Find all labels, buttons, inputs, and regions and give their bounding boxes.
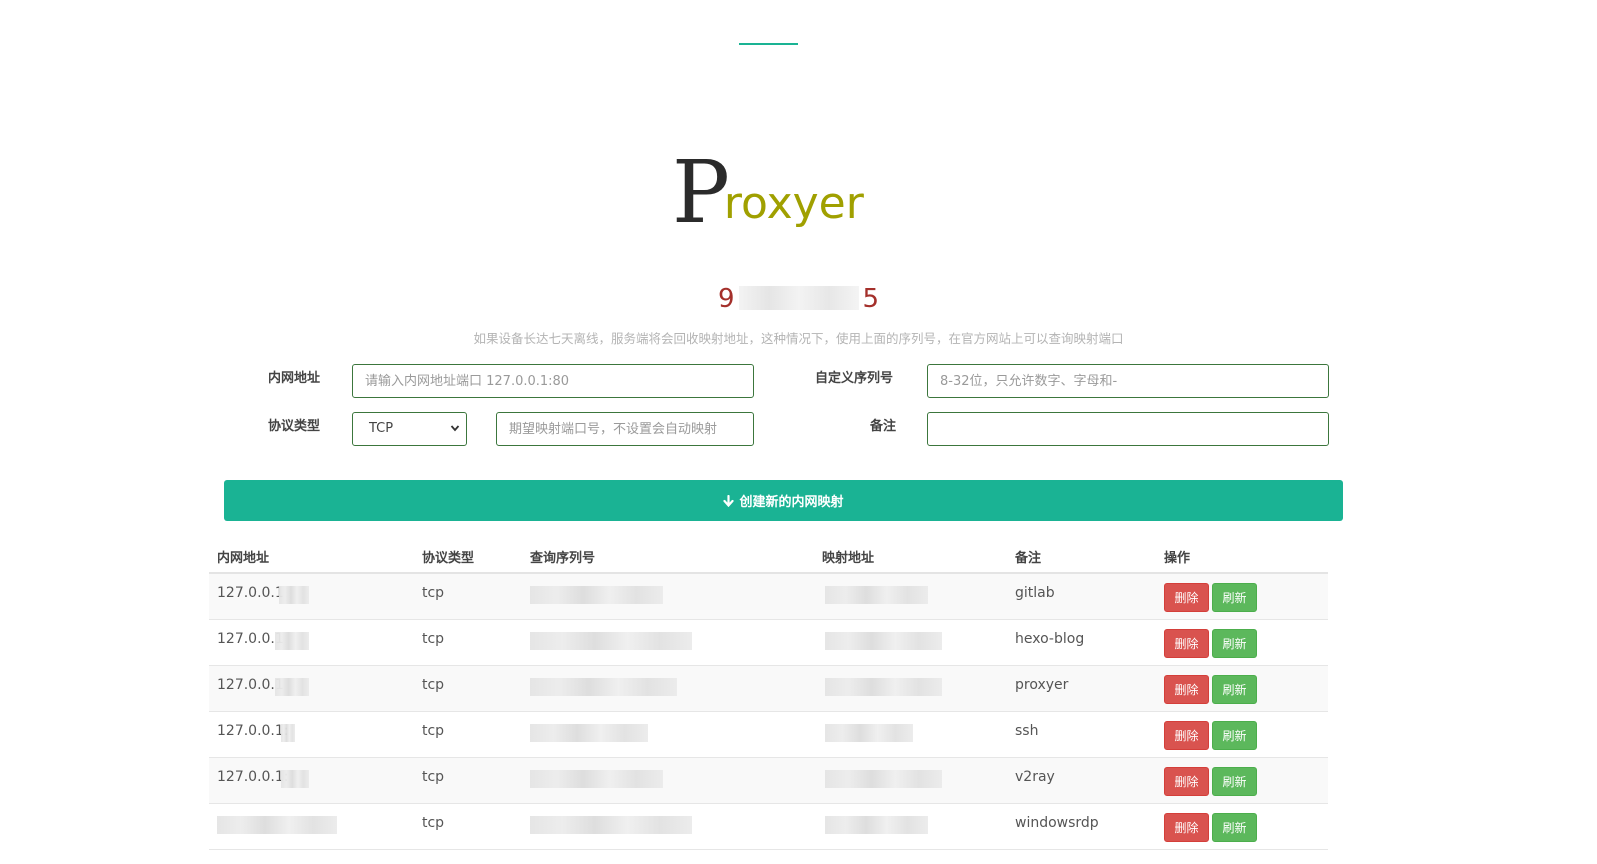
- delete-button[interactable]: 删除: [1164, 583, 1209, 612]
- redacted-mapped-address: [825, 678, 942, 696]
- redacted-port: [281, 770, 309, 788]
- row-inner-address: 127.0.0.1:: [217, 769, 289, 785]
- row-inner-address: 127.0.0.1: [217, 677, 284, 693]
- arrow-down-icon: [723, 494, 735, 507]
- redacted-mapped-address: [825, 816, 928, 834]
- row-protocol: tcp: [422, 769, 445, 785]
- refresh-button[interactable]: 刷新: [1212, 583, 1257, 612]
- custom-serial-label: 自定义序列号: [815, 371, 894, 386]
- row-protocol: tcp: [422, 677, 445, 693]
- redacted-mapped-address: [825, 586, 928, 604]
- refresh-button[interactable]: 刷新: [1212, 675, 1257, 704]
- delete-button[interactable]: 删除: [1164, 767, 1209, 796]
- row-inner-address: 127.0.0.1:: [217, 723, 289, 739]
- row-protocol: tcp: [422, 585, 445, 601]
- delete-button[interactable]: 删除: [1164, 675, 1209, 704]
- redacted-serial: [530, 816, 692, 834]
- row-remark: windowsrdp: [1015, 815, 1099, 831]
- chevron-down-icon: [450, 425, 460, 432]
- redacted-port: [275, 678, 309, 696]
- custom-serial-input[interactable]: [927, 364, 1329, 398]
- row-protocol: tcp: [422, 815, 445, 831]
- serial-suffix: 5: [862, 284, 880, 314]
- delete-button[interactable]: 删除: [1164, 629, 1209, 658]
- protocol-label: 协议类型: [268, 419, 321, 434]
- table-header: 内网地址 协议类型 查询序列号 映射地址 备注 操作: [209, 540, 1328, 574]
- protocol-select[interactable]: TCP: [352, 412, 467, 446]
- mapping-table: 内网地址 协议类型 查询序列号 映射地址 备注 操作 127.0.0.1 tcp…: [209, 540, 1328, 850]
- row-remark: proxyer: [1015, 677, 1069, 693]
- inner-address-label: 内网地址: [268, 371, 321, 386]
- redacted-port: [275, 632, 309, 650]
- proxyer-page: Proxyer 95 如果设备长达七天离线，服务端将会回收映射地址，这种情况下，…: [0, 0, 1597, 864]
- create-mapping-button[interactable]: 创建新的内网映射: [224, 480, 1343, 521]
- row-remark: ssh: [1015, 723, 1039, 739]
- table-row: 127.0.0.1: tcp ssh 删除 刷新: [209, 712, 1328, 758]
- offline-notice: 如果设备长达七天离线，服务端将会回收映射地址，这种情况下，使用上面的序列号，在官…: [473, 331, 1124, 346]
- table-row: 127.0.0.1 tcp hexo-blog 删除 刷新: [209, 620, 1328, 666]
- row-remark: gitlab: [1015, 585, 1055, 601]
- col-query-serial: 查询序列号: [530, 551, 596, 566]
- serial-prefix: 9: [717, 284, 735, 314]
- device-serial: 95: [0, 284, 1597, 314]
- proxyer-logo: Proxyer: [672, 150, 932, 250]
- create-mapping-label: 创建新的内网映射: [739, 495, 844, 510]
- table-row: 127.0.0.1 tcp proxyer 删除 刷新: [209, 666, 1328, 712]
- redacted-port: [281, 724, 295, 742]
- col-remark: 备注: [1015, 551, 1042, 566]
- redacted-address: [217, 816, 337, 834]
- redacted-serial: [530, 724, 648, 742]
- col-actions: 操作: [1164, 551, 1191, 566]
- redacted-serial: [530, 632, 692, 650]
- expected-port-input[interactable]: [496, 412, 754, 446]
- redacted-serial: [530, 586, 663, 604]
- serial-redacted: [738, 286, 859, 310]
- table-row: 127.0.0.1: tcp v2ray 删除 刷新: [209, 758, 1328, 804]
- top-accent-line: [739, 43, 798, 45]
- inner-address-input[interactable]: [352, 364, 754, 398]
- table-body: 127.0.0.1 tcp gitlab 删除 刷新 127.0.0.1 tcp…: [209, 574, 1328, 850]
- col-protocol: 协议类型: [422, 551, 475, 566]
- protocol-select-value: TCP: [369, 421, 394, 436]
- refresh-button[interactable]: 刷新: [1212, 629, 1257, 658]
- redacted-mapped-address: [825, 724, 913, 742]
- table-row: tcp windowsrdp 删除 刷新: [209, 804, 1328, 850]
- redacted-mapped-address: [825, 632, 942, 650]
- col-mapped-address: 映射地址: [822, 551, 875, 566]
- logo-rest-letters: roxyer: [723, 178, 864, 229]
- redacted-mapped-address: [825, 770, 942, 788]
- logo-first-letter: P: [672, 143, 730, 243]
- refresh-button[interactable]: 刷新: [1212, 813, 1257, 842]
- redacted-serial: [530, 770, 663, 788]
- row-remark: v2ray: [1015, 769, 1055, 785]
- row-protocol: tcp: [422, 631, 445, 647]
- table-row: 127.0.0.1 tcp gitlab 删除 刷新: [209, 574, 1328, 620]
- redacted-serial: [530, 678, 677, 696]
- row-remark: hexo-blog: [1015, 631, 1085, 647]
- row-protocol: tcp: [422, 723, 445, 739]
- col-inner-address: 内网地址: [217, 551, 270, 566]
- delete-button[interactable]: 删除: [1164, 721, 1209, 750]
- refresh-button[interactable]: 刷新: [1212, 721, 1257, 750]
- redacted-port: [279, 586, 309, 604]
- row-inner-address: 127.0.0.1: [217, 631, 284, 647]
- delete-button[interactable]: 删除: [1164, 813, 1209, 842]
- row-inner-address: 127.0.0.1: [217, 585, 284, 601]
- refresh-button[interactable]: 刷新: [1212, 767, 1257, 796]
- remark-input[interactable]: [927, 412, 1329, 446]
- remark-label: 备注: [870, 419, 897, 434]
